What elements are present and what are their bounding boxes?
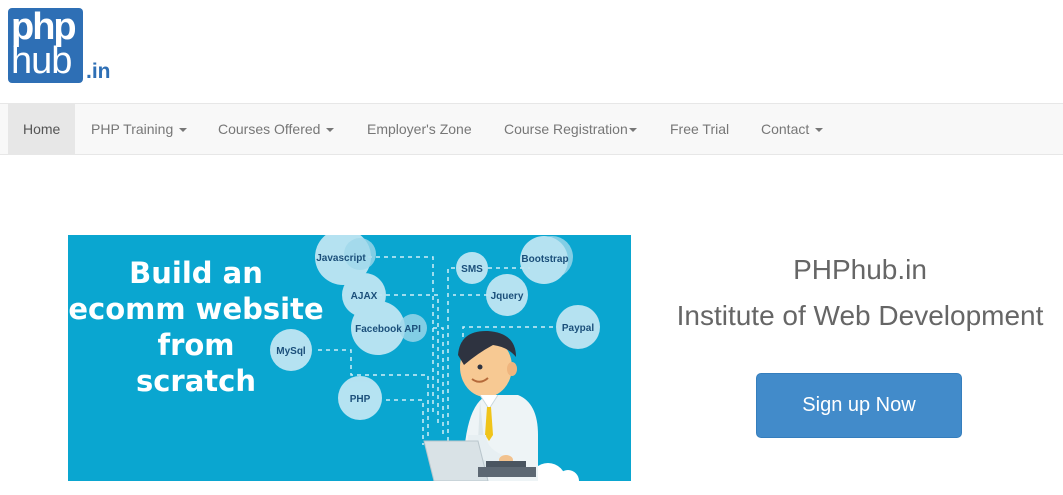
caret-down-icon [815, 128, 824, 133]
nav-free-trial[interactable]: Free Trial [655, 104, 744, 154]
caret-down-icon [179, 128, 188, 133]
nav-php-training[interactable]: PHP Training [76, 104, 202, 154]
bubble-label: PHP [350, 394, 371, 405]
bubble-label: SMS [461, 264, 483, 275]
nav-home[interactable]: Home [8, 104, 76, 154]
bubble-label: AJAX [351, 291, 378, 302]
bubble-label: Facebook API [355, 324, 421, 335]
nav-free-trial-label: Free Trial [670, 121, 730, 137]
nav-courses-offered[interactable]: Courses Offered [203, 104, 349, 154]
developer-illustration [423, 330, 538, 481]
site-logo[interactable]: php hub .in [8, 8, 118, 88]
bubble-label: Jquery [491, 291, 524, 302]
headline-line: Build an [129, 256, 263, 290]
bubble-label: Bootstrap [521, 254, 568, 265]
nav-courses-offered-label: Courses Offered [218, 121, 321, 137]
headline-line: ecomm website [68, 292, 324, 326]
bubble-label: Paypal [562, 323, 594, 334]
logo-suffix: .in [86, 60, 111, 83]
site-name-heading: PHPhub.in [793, 254, 927, 285]
main-navbar: Home PHP Training Courses Offered Employ… [0, 103, 1063, 155]
nav-contact-label: Contact [761, 121, 810, 137]
caret-down-icon [326, 128, 335, 133]
site-tagline: Institute of Web Development [676, 300, 1044, 331]
nav-course-registration-label: Course Registration [504, 121, 628, 137]
nav-employers-zone-label: Employer's Zone [367, 121, 472, 137]
nav-home-label: Home [23, 121, 61, 137]
nav-contact[interactable]: Contact [746, 104, 838, 154]
headline-line: scratch [135, 364, 257, 398]
promo-banner[interactable]: Javascript AJAX Facebook API MySql PHP S… [68, 235, 631, 481]
headline-line: from [157, 328, 235, 362]
nav-employers-zone[interactable]: Employer's Zone [352, 104, 487, 154]
signup-button[interactable]: Sign up Now [756, 373, 962, 438]
nav-php-training-label: PHP Training [91, 121, 174, 137]
logo-bottom-text: hub [11, 40, 72, 82]
caret-down-icon [628, 128, 637, 133]
nav-course-registration[interactable]: Course Registration [489, 104, 652, 154]
banner-headline: Build an ecomm website from scratch [68, 255, 324, 399]
